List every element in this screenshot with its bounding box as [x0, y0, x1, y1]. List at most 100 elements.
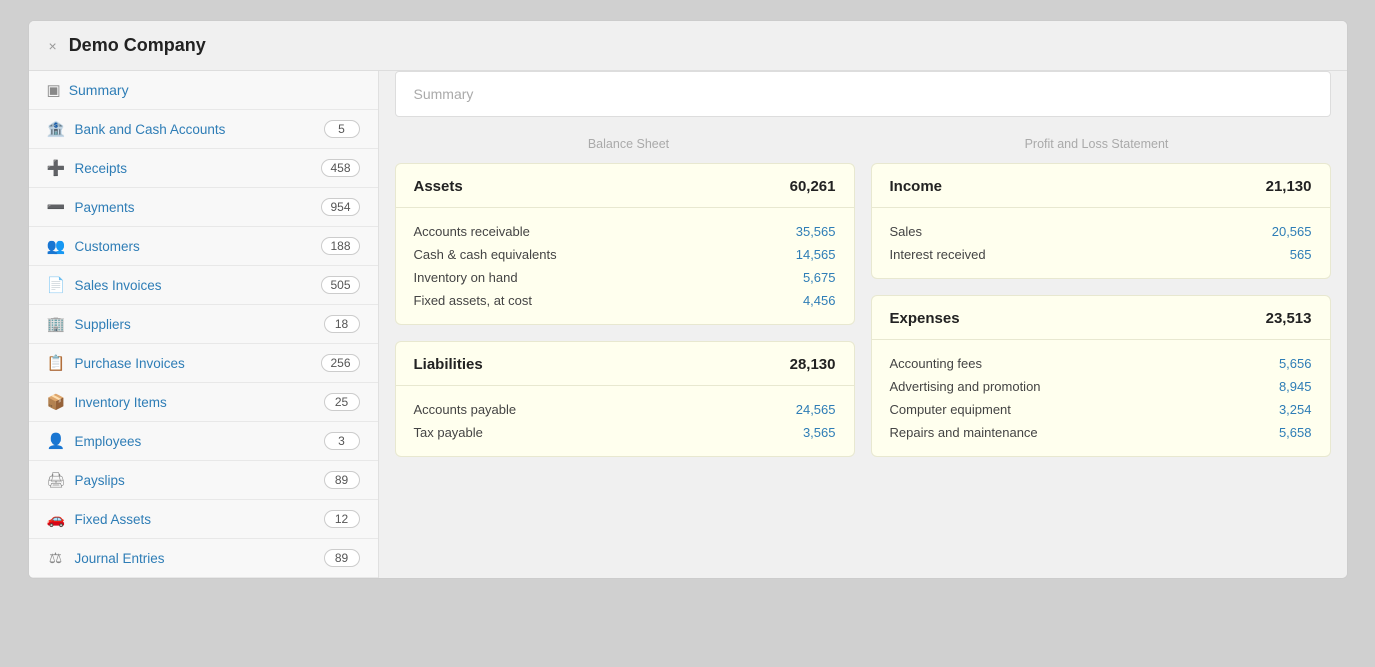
card-row: Inventory on hand 5,675 [414, 266, 836, 289]
sidebar-item-receipts[interactable]: ➕ Receipts 458 [29, 149, 378, 188]
sidebar-item-sales-invoices[interactable]: 📄 Sales Invoices 505 [29, 266, 378, 305]
content-area: ▣ Summary 🏦 Bank and Cash Accounts 5 ➕ R… [29, 71, 1347, 578]
sidebar-item-bank-cash[interactable]: 🏦 Bank and Cash Accounts 5 [29, 110, 378, 149]
expenses-total: 23,513 [1266, 310, 1312, 327]
row-label: Repairs and maintenance [890, 425, 1038, 440]
row-value: 3,254 [1279, 402, 1312, 417]
sidebar-item-purchase-invoices[interactable]: 📋 Purchase Invoices 256 [29, 344, 378, 383]
fixed-assets-label: Fixed Assets [75, 512, 324, 527]
employees-badge: 3 [324, 432, 360, 450]
purchase-invoices-icon: 📋 [47, 354, 65, 372]
sidebar-item-summary[interactable]: ▣ Summary [29, 71, 378, 110]
row-value: 5,656 [1279, 356, 1312, 371]
bank-cash-badge: 5 [324, 120, 360, 138]
payments-badge: 954 [321, 198, 359, 216]
income-card: Income 21,130 Sales 20,565 Interest rece… [871, 163, 1331, 279]
row-label: Advertising and promotion [890, 379, 1041, 394]
sidebar: ▣ Summary 🏦 Bank and Cash Accounts 5 ➕ R… [29, 71, 379, 578]
window-title: Demo Company [69, 35, 206, 56]
expenses-card-header: Expenses 23,513 [872, 296, 1330, 340]
card-row: Advertising and promotion 8,945 [890, 375, 1312, 398]
sidebar-item-suppliers[interactable]: 🏢 Suppliers 18 [29, 305, 378, 344]
balance-sheet-col: Assets 60,261 Accounts receivable 35,565… [395, 163, 855, 457]
row-label: Interest received [890, 247, 986, 262]
row-label: Tax payable [414, 425, 483, 440]
profit-loss-col: Income 21,130 Sales 20,565 Interest rece… [871, 163, 1331, 457]
row-value: 565 [1290, 247, 1312, 262]
income-body: Sales 20,565 Interest received 565 [872, 208, 1330, 278]
assets-title: Assets [414, 178, 463, 195]
payments-label: Payments [75, 200, 322, 215]
card-row: Sales 20,565 [890, 220, 1312, 243]
receipts-label: Receipts [75, 161, 322, 176]
income-title: Income [890, 178, 943, 195]
payslips-icon: 🖨 [47, 471, 65, 489]
row-label: Cash & cash equivalents [414, 247, 557, 262]
expenses-card: Expenses 23,513 Accounting fees 5,656 Ad… [871, 295, 1331, 457]
income-card-header: Income 21,130 [872, 164, 1330, 208]
row-label: Computer equipment [890, 402, 1011, 417]
app-window: × Demo Company ▣ Summary 🏦 Bank and Cash… [28, 20, 1348, 579]
title-bar: × Demo Company [29, 21, 1347, 71]
liabilities-card: Liabilities 28,130 Accounts payable 24,5… [395, 341, 855, 457]
main-header-label: Summary [414, 86, 474, 102]
assets-card: Assets 60,261 Accounts receivable 35,565… [395, 163, 855, 325]
assets-body: Accounts receivable 35,565 Cash & cash e… [396, 208, 854, 324]
receipts-badge: 458 [321, 159, 359, 177]
sidebar-items: 🏦 Bank and Cash Accounts 5 ➕ Receipts 45… [29, 110, 378, 578]
card-row: Accounts payable 24,565 [414, 398, 836, 421]
income-total: 21,130 [1266, 178, 1312, 195]
customers-label: Customers [75, 239, 322, 254]
summary-icon: ▣ [47, 81, 61, 99]
journal-entries-badge: 89 [324, 549, 360, 567]
row-label: Sales [890, 224, 923, 239]
sidebar-item-journal-entries[interactable]: ⚖ Journal Entries 89 [29, 539, 378, 578]
card-row: Computer equipment 3,254 [890, 398, 1312, 421]
assets-total: 60,261 [790, 178, 836, 195]
row-value: 3,565 [803, 425, 836, 440]
card-row: Cash & cash equivalents 14,565 [414, 243, 836, 266]
purchase-invoices-badge: 256 [321, 354, 359, 372]
cards-row: Assets 60,261 Accounts receivable 35,565… [395, 163, 1331, 457]
row-label: Accounting fees [890, 356, 983, 371]
receipts-icon: ➕ [47, 159, 65, 177]
sidebar-item-inventory-items[interactable]: 📦 Inventory Items 25 [29, 383, 378, 422]
customers-badge: 188 [321, 237, 359, 255]
main-header: Summary [395, 71, 1331, 117]
profit-loss-label: Profit and Loss Statement [863, 133, 1331, 155]
sidebar-item-customers[interactable]: 👥 Customers 188 [29, 227, 378, 266]
payslips-label: Payslips [75, 473, 324, 488]
card-row: Accounts receivable 35,565 [414, 220, 836, 243]
row-value: 5,658 [1279, 425, 1312, 440]
close-button[interactable]: × [49, 38, 57, 54]
card-row: Fixed assets, at cost 4,456 [414, 289, 836, 312]
bank-cash-icon: 🏦 [47, 120, 65, 138]
row-value: 5,675 [803, 270, 836, 285]
row-label: Inventory on hand [414, 270, 518, 285]
row-value: 20,565 [1272, 224, 1312, 239]
bank-cash-label: Bank and Cash Accounts [75, 122, 324, 137]
main-content: Summary Balance Sheet Profit and Loss St… [379, 71, 1347, 578]
sales-invoices-icon: 📄 [47, 276, 65, 294]
sidebar-item-fixed-assets[interactable]: 🚗 Fixed Assets 12 [29, 500, 378, 539]
purchase-invoices-label: Purchase Invoices [75, 356, 322, 371]
liabilities-title: Liabilities [414, 356, 483, 373]
inventory-items-icon: 📦 [47, 393, 65, 411]
balance-sheet-label: Balance Sheet [395, 133, 863, 155]
journal-entries-icon: ⚖ [47, 549, 65, 567]
sidebar-summary-label: Summary [69, 82, 129, 98]
fixed-assets-icon: 🚗 [47, 510, 65, 528]
section-labels: Balance Sheet Profit and Loss Statement [395, 133, 1331, 155]
sidebar-item-employees[interactable]: 👤 Employees 3 [29, 422, 378, 461]
payments-icon: ➖ [47, 198, 65, 216]
payslips-badge: 89 [324, 471, 360, 489]
sidebar-item-payslips[interactable]: 🖨 Payslips 89 [29, 461, 378, 500]
suppliers-label: Suppliers [75, 317, 324, 332]
row-label: Accounts payable [414, 402, 517, 417]
customers-icon: 👥 [47, 237, 65, 255]
liabilities-card-header: Liabilities 28,130 [396, 342, 854, 386]
card-row: Tax payable 3,565 [414, 421, 836, 444]
sales-invoices-badge: 505 [321, 276, 359, 294]
sidebar-item-payments[interactable]: ➖ Payments 954 [29, 188, 378, 227]
inventory-items-label: Inventory Items [75, 395, 324, 410]
